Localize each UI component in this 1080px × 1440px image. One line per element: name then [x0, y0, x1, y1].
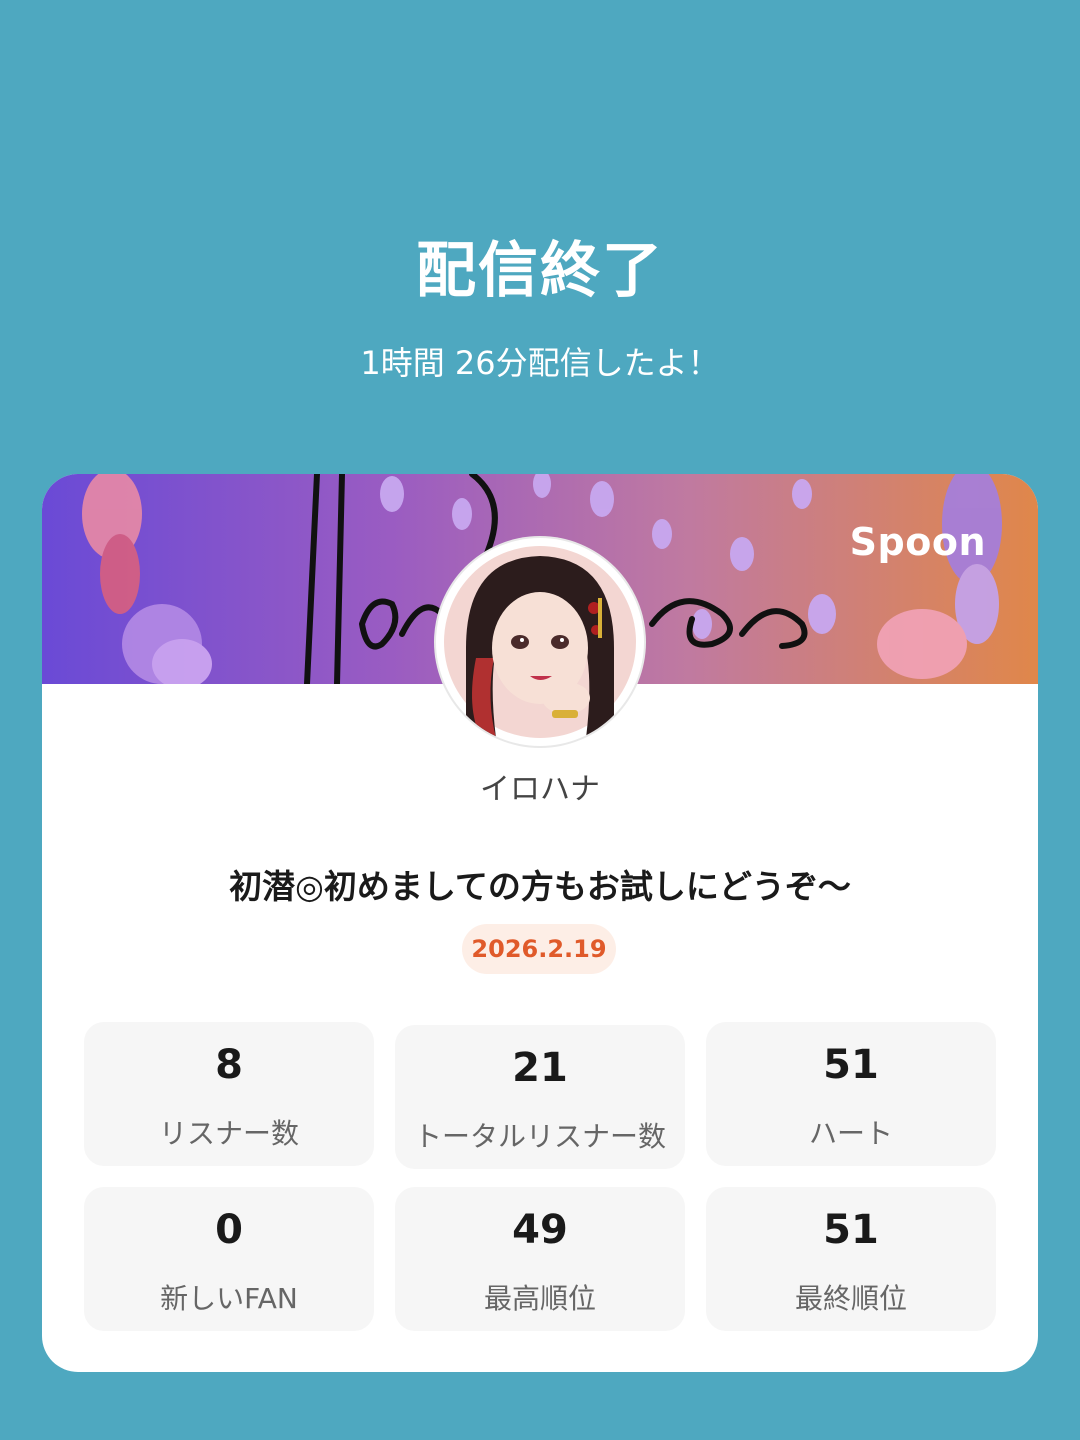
live-summary-card: Spoon イロハナ 初潜◎初めましての方もお試しにどうぞ～ 2026.2.19…	[42, 474, 1038, 1372]
stat-total-listeners: 21 トータルリスナー数	[395, 1025, 685, 1169]
stat-listeners: 8 リスナー数	[84, 1022, 374, 1166]
stat-value: 0	[215, 1207, 243, 1253]
avatar-illustration	[444, 546, 636, 738]
date-badge: 2026.2.19	[462, 924, 616, 974]
stat-value: 51	[823, 1207, 879, 1253]
live-title: 初潜◎初めましての方もお試しにどうぞ～	[229, 867, 851, 906]
stat-label: 新しいFAN	[160, 1282, 298, 1315]
stat-value: 49	[512, 1207, 568, 1253]
stat-label: ハート	[808, 1117, 893, 1150]
stat-final-rank: 51 最終順位	[706, 1187, 996, 1331]
stat-value: 8	[215, 1042, 243, 1088]
stat-value: 21	[512, 1045, 568, 1091]
page-subtitle: 1時間 26分配信したよ！	[360, 344, 720, 382]
stat-label: 最終順位	[794, 1282, 907, 1315]
stat-value: 51	[823, 1042, 879, 1088]
stat-label: トータルリスナー数	[413, 1120, 666, 1153]
stat-new-fans: 0 新しいFAN	[84, 1187, 374, 1331]
stat-label: リスナー数	[158, 1117, 299, 1150]
avatar[interactable]	[436, 538, 644, 746]
stat-highest-rank: 49 最高順位	[395, 1187, 685, 1331]
page-title: 配信終了	[416, 236, 664, 306]
stat-label: 最高順位	[483, 1282, 596, 1315]
username: イロハナ	[480, 772, 600, 807]
spoon-logo: Spoon	[849, 520, 986, 564]
stat-hearts: 51 ハート	[706, 1022, 996, 1166]
